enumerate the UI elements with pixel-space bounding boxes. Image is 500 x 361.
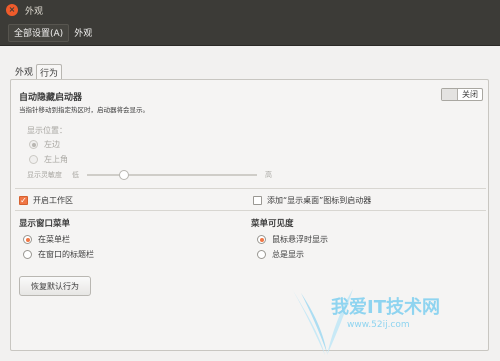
- menu-in-titlebar-option[interactable]: 在窗口的标题栏: [23, 249, 94, 260]
- reveal-location-label: 显示位置：: [27, 126, 67, 135]
- menu-in-menubar-label: 在菜单栏: [38, 235, 70, 244]
- show-desktop-option[interactable]: 添加“显示桌面”图标到启动器: [253, 195, 371, 206]
- behavior-panel: 自动隐藏启动器 当指针移动到指定热区时，启动器将会显示。 关闭 显示位置： 左边…: [10, 79, 489, 351]
- reveal-topleft-option[interactable]: 左上角: [29, 154, 68, 165]
- checkbox-checked-icon: ✓: [19, 195, 28, 205]
- sensitivity-low-label: 低: [72, 171, 79, 179]
- workspaces-label: 开启工作区: [33, 196, 73, 205]
- tab-behavior[interactable]: 行为: [36, 64, 63, 79]
- radio-icon: [29, 140, 38, 149]
- reveal-left-label: 左边: [44, 140, 60, 149]
- divider: [15, 188, 486, 189]
- show-on-hover-option[interactable]: 鼠标悬浮时显示: [257, 234, 328, 245]
- reveal-topleft-label: 左上角: [44, 155, 68, 164]
- checkbox-icon: [253, 196, 262, 205]
- sensitivity-slider[interactable]: [87, 170, 257, 180]
- toolbar: 全部设置(A) 外观: [0, 20, 500, 46]
- tab-appearance[interactable]: 外观: [12, 64, 36, 78]
- menu-in-menubar-option[interactable]: 在菜单栏: [23, 234, 70, 245]
- all-settings-button[interactable]: 全部设置(A): [8, 23, 70, 42]
- close-icon[interactable]: ×: [6, 4, 18, 16]
- radio-icon: [257, 250, 266, 259]
- slider-thumb[interactable]: [119, 170, 129, 180]
- reveal-left-option[interactable]: 左边: [29, 139, 60, 150]
- always-show-option[interactable]: 总是显示: [257, 249, 304, 260]
- window-title: 外观: [25, 6, 44, 17]
- show-desktop-label: 添加“显示桌面”图标到启动器: [267, 196, 372, 205]
- radio-selected-icon: [257, 235, 266, 244]
- restore-defaults-button[interactable]: 恢复默认行为: [19, 276, 91, 296]
- sensitivity-row: 显示灵敏度 低 高: [27, 170, 272, 180]
- autohide-switch[interactable]: 关闭: [441, 88, 483, 101]
- breadcrumb-current: 外观: [74, 29, 93, 39]
- radio-selected-icon: [23, 235, 32, 244]
- workspaces-option[interactable]: ✓ 开启工作区: [19, 195, 73, 206]
- sensitivity-high-label: 高: [265, 171, 272, 179]
- content-area: 外观 行为 自动隐藏启动器 当指针移动到指定热区时，启动器将会显示。 关闭 显示…: [0, 47, 500, 361]
- menu-in-titlebar-label: 在窗口的标题栏: [38, 250, 94, 259]
- sensitivity-label: 显示灵敏度: [27, 171, 62, 179]
- window-menu-title: 显示窗口菜单: [19, 219, 71, 229]
- radio-icon: [29, 155, 38, 164]
- radio-icon: [23, 250, 32, 259]
- title-bar: × 外观: [0, 0, 500, 20]
- always-show-label: 总是显示: [272, 250, 304, 259]
- divider: [15, 210, 486, 211]
- autohide-description: 当指针移动到指定热区时，启动器将会显示。: [19, 106, 149, 114]
- autohide-title: 自动隐藏启动器: [19, 93, 83, 103]
- switch-knob: [442, 89, 458, 100]
- menu-visibility-title: 菜单可见度: [251, 219, 294, 229]
- tab-bar: 外观 行为: [12, 64, 63, 79]
- switch-label: 关闭: [462, 90, 478, 99]
- show-on-hover-label: 鼠标悬浮时显示: [272, 235, 328, 244]
